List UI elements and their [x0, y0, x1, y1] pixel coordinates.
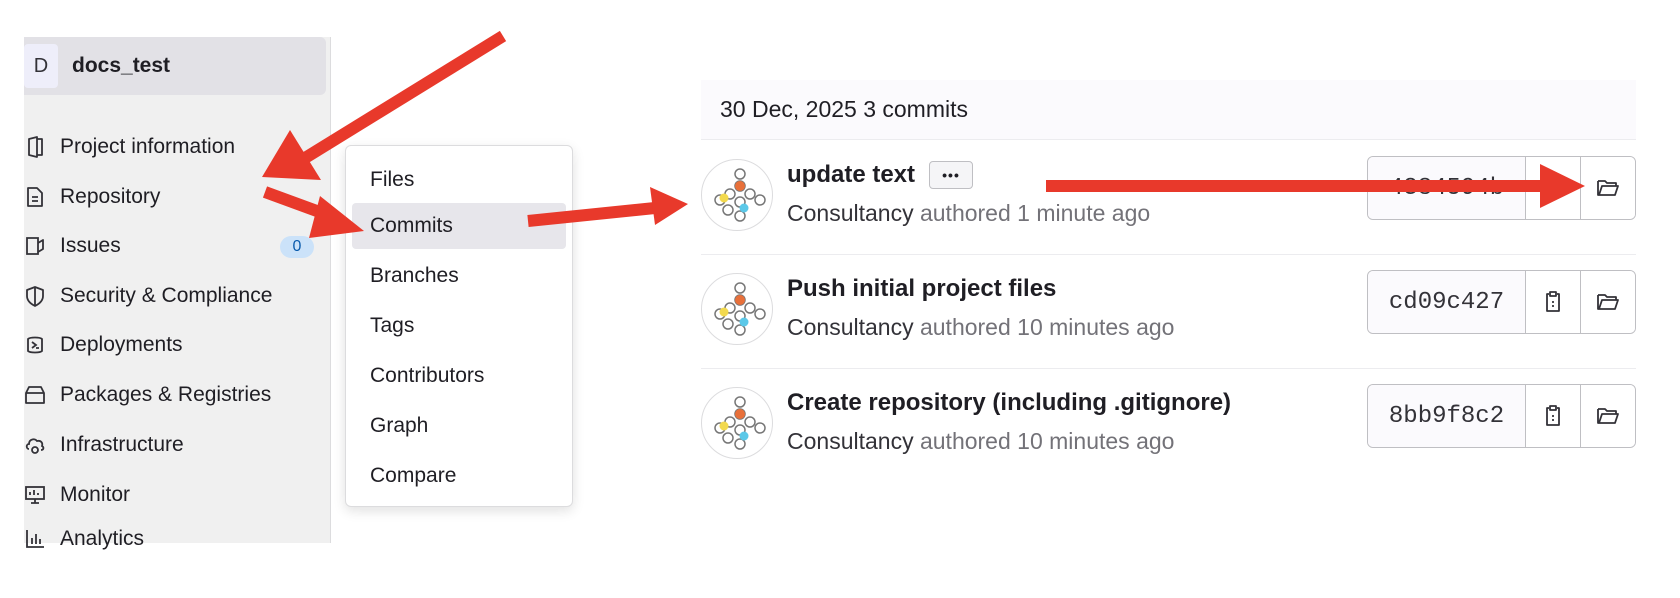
copy-sha-button[interactable] — [1526, 271, 1580, 333]
sidebar-item-label: Packages & Registries — [60, 383, 272, 406]
copy-sha-button[interactable] — [1526, 157, 1580, 219]
submenu-item-tags[interactable]: Tags — [352, 303, 566, 349]
expand-description-button[interactable]: ••• — [929, 161, 974, 189]
commit-author[interactable]: Consultancy — [787, 428, 914, 454]
sidebar-item-project-information[interactable]: Project information — [24, 127, 314, 167]
commit-meta: Consultancy authored 10 minutes ago — [787, 428, 1174, 455]
commit-verb: authored — [919, 200, 1011, 226]
project-avatar: D — [24, 44, 58, 88]
commit-title[interactable]: update text ••• — [787, 161, 974, 189]
commit-time: 10 minutes ago — [1017, 314, 1175, 340]
project-info-icon — [24, 136, 46, 158]
project-name: docs_test — [72, 54, 171, 77]
sidebar-item-issues[interactable]: Issues 0 — [24, 226, 314, 266]
sidebar-item-monitor[interactable]: Monitor — [24, 475, 314, 515]
browse-files-button[interactable] — [1580, 271, 1635, 333]
project-header[interactable]: D docs_test — [24, 37, 326, 95]
sidebar-item-label: Repository — [60, 185, 161, 208]
folder-open-icon — [1597, 294, 1619, 310]
commit-author[interactable]: Consultancy — [787, 200, 914, 226]
issues-count-badge: 0 — [280, 236, 314, 258]
submenu-item-files[interactable]: Files — [352, 157, 566, 203]
submenu-item-compare[interactable]: Compare — [352, 453, 566, 499]
arrow-to-repository — [301, 30, 507, 164]
avatar-image — [714, 168, 766, 222]
sidebar-item-label: Deployments — [60, 333, 183, 356]
commit-title-text[interactable]: Create repository (including .gitignore) — [787, 389, 1231, 417]
sidebar-item-label: Monitor — [60, 483, 131, 506]
sidebar-item-infrastructure[interactable]: Infrastructure — [24, 425, 314, 465]
commit-author[interactable]: Consultancy — [787, 314, 914, 340]
avatar[interactable] — [701, 273, 773, 345]
commit-sha-group: 4384594b — [1367, 156, 1636, 220]
commit-title[interactable]: Create repository (including .gitignore) — [787, 389, 1231, 417]
commit-verb: authored — [919, 314, 1011, 340]
sidebar: D docs_test Project information Reposito… — [24, 37, 331, 550]
commit-day-header: 30 Dec, 2025 3 commits — [701, 80, 1636, 140]
shield-icon — [24, 285, 46, 307]
commit-verb: authored — [919, 428, 1011, 454]
deployments-icon — [24, 334, 46, 356]
monitor-icon — [24, 484, 46, 506]
commit-row: Create repository (including .gitignore)… — [701, 369, 1636, 483]
arrow-head-commit-list — [650, 187, 688, 225]
sidebar-item-packages-registries[interactable]: Packages & Registries — [24, 375, 314, 415]
commit-title[interactable]: Push initial project files — [787, 275, 1056, 303]
chart-icon — [24, 528, 46, 550]
commit-meta: Consultancy authored 1 minute ago — [787, 200, 1150, 227]
folder-open-icon — [1597, 180, 1619, 196]
avatar-image — [714, 396, 766, 450]
folder-open-icon — [1597, 408, 1619, 424]
sidebar-item-repository[interactable]: Repository — [24, 177, 314, 217]
submenu-item-graph[interactable]: Graph — [352, 403, 566, 449]
avatar[interactable] — [701, 387, 773, 459]
commit-row: update text ••• Consultancy authored 1 m… — [701, 141, 1636, 255]
avatar[interactable] — [701, 159, 773, 231]
avatar-image — [714, 282, 766, 336]
browse-files-button[interactable] — [1580, 157, 1635, 219]
package-icon — [24, 384, 46, 406]
sidebar-item-security-compliance[interactable]: Security & Compliance — [24, 276, 314, 316]
sidebar-item-label: Issues — [60, 234, 121, 257]
submenu-item-branches[interactable]: Branches — [352, 253, 566, 299]
clipboard-icon — [1546, 405, 1560, 426]
clipboard-icon — [1546, 291, 1560, 312]
commit-meta: Consultancy authored 10 minutes ago — [787, 314, 1174, 341]
commit-title-text[interactable]: update text — [787, 161, 915, 189]
document-icon — [24, 186, 46, 208]
sidebar-item-label: Project information — [60, 135, 236, 158]
browse-files-button[interactable] — [1580, 385, 1635, 447]
cloud-gear-icon — [24, 434, 46, 456]
repository-submenu: Files Commits Branches Tags Contributors… — [345, 145, 573, 507]
sidebar-item-label: Infrastructure — [60, 433, 184, 456]
copy-sha-button[interactable] — [1526, 385, 1580, 447]
sidebar-item-analytics[interactable]: Analytics — [24, 524, 314, 554]
sidebar-item-deployments[interactable]: Deployments — [24, 325, 314, 365]
clipboard-icon — [1546, 177, 1560, 198]
commit-sha-group: cd09c427 — [1367, 270, 1636, 334]
sidebar-item-label: Analytics — [60, 527, 145, 550]
issues-icon — [24, 235, 46, 257]
submenu-item-contributors[interactable]: Contributors — [352, 353, 566, 399]
commit-time: 1 minute ago — [1017, 200, 1151, 226]
commit-sha[interactable]: cd09c427 — [1368, 271, 1526, 333]
commit-sha[interactable]: 8bb9f8c2 — [1368, 385, 1526, 447]
commit-sha-group: 8bb9f8c2 — [1367, 384, 1636, 448]
sidebar-item-label: Security & Compliance — [60, 284, 273, 307]
submenu-item-commits[interactable]: Commits — [352, 203, 566, 249]
commit-row: Push initial project files Consultancy a… — [701, 255, 1636, 369]
commit-time: 10 minutes ago — [1017, 428, 1175, 454]
commit-title-text[interactable]: Push initial project files — [787, 275, 1056, 303]
commit-sha[interactable]: 4384594b — [1368, 157, 1526, 219]
